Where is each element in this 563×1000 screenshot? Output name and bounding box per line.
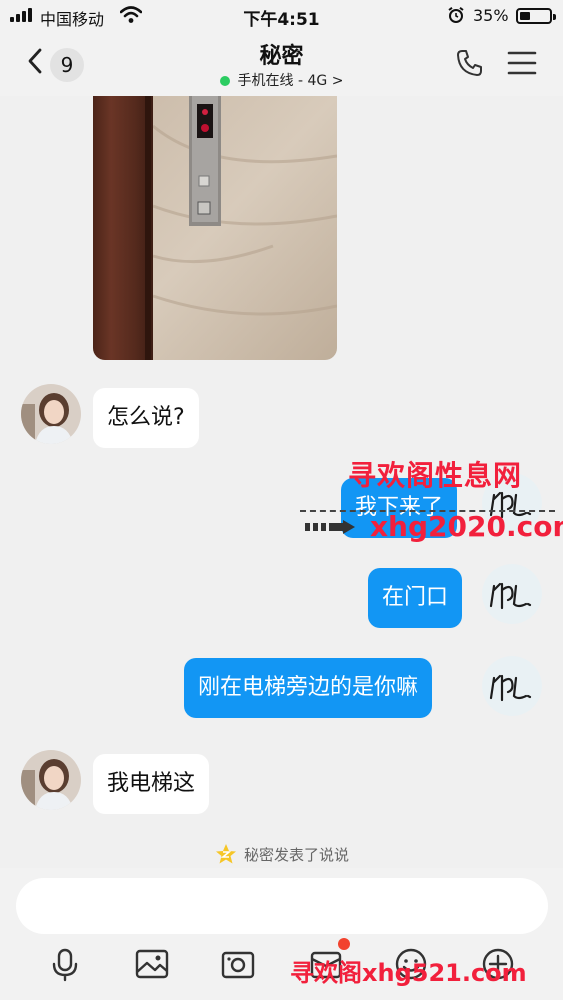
watermark-bottom: 寻欢阁xhg521.com <box>290 959 527 987</box>
message-bubble-incoming[interactable]: 我电梯这 <box>93 754 210 814</box>
message-input[interactable] <box>16 878 548 934</box>
online-dot-icon <box>219 76 230 86</box>
contact-avatar[interactable] <box>21 750 81 810</box>
menu-icon[interactable] <box>507 50 537 76</box>
message-bubble-incoming[interactable]: 怎么说? <box>93 388 199 448</box>
system-notice[interactable]: 秘密发表了说说 <box>0 842 563 866</box>
phone-call-icon[interactable] <box>455 48 485 78</box>
battery-icon <box>516 8 556 24</box>
system-notice-text: 秘密发表了说说 <box>243 846 349 864</box>
message-bubble-outgoing[interactable]: 在门口 <box>368 568 463 628</box>
input-bar: 寻欢阁xhg521.com <box>0 868 563 1000</box>
battery-percent: 35% <box>473 6 509 25</box>
notification-dot <box>338 938 350 950</box>
status-bar: 中国移动 下午4:51 35% <box>0 0 563 32</box>
microphone-icon[interactable] <box>47 946 83 982</box>
message-bubble-outgoing[interactable]: 刚在电梯旁边的是你嘛 <box>184 658 433 718</box>
watermark-mid: xhg2020.com <box>370 510 563 543</box>
camera-icon[interactable] <box>220 946 256 982</box>
my-avatar[interactable] <box>482 656 542 716</box>
photo-message-elevator[interactable] <box>93 96 337 360</box>
chevron-right-icon: > <box>331 73 344 89</box>
contact-avatar[interactable] <box>21 384 81 444</box>
watermark-arrow-icon <box>305 520 355 534</box>
star-badge-icon <box>215 844 236 864</box>
watermark-top: 寻欢阁性息网 <box>348 459 523 492</box>
chat-header: 9 秘密 手机在线 - 4G > <box>0 32 563 96</box>
image-icon[interactable] <box>134 946 170 982</box>
alarm-icon <box>448 7 464 23</box>
my-avatar[interactable] <box>482 564 542 624</box>
online-status-text: 手机在线 - 4G <box>237 73 328 89</box>
